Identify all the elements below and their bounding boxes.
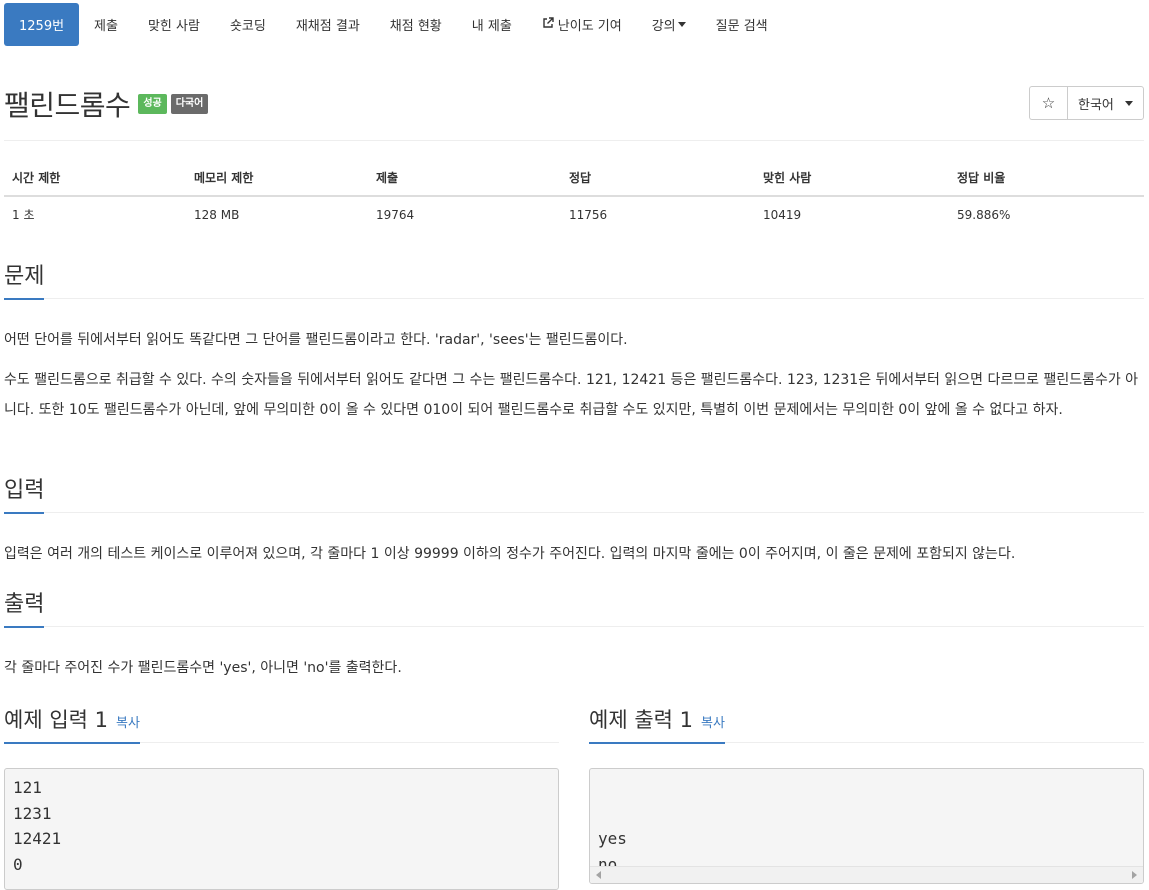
problem-section-header: 문제 bbox=[4, 258, 1144, 300]
language-select[interactable]: 한국어 bbox=[1067, 86, 1144, 120]
header-time-limit: 시간 제한 bbox=[4, 160, 186, 197]
tab-problem[interactable]: 1259번 bbox=[4, 3, 80, 46]
tab-difficulty-contribution[interactable]: 난이도 기여 bbox=[527, 3, 637, 46]
tab-label: 숏코딩 bbox=[229, 19, 266, 34]
language-select-value: 한국어 bbox=[1078, 97, 1114, 113]
copy-sample-input-button[interactable]: 복사 bbox=[116, 716, 140, 731]
problem-menu-tabs: 1259번 제출 맞힌 사람 숏코딩 재채점 결과 채점 현황 내 제출 난이도… bbox=[4, 3, 783, 46]
section-title-input: 입력 bbox=[4, 472, 45, 514]
accepted-value: 11756 bbox=[569, 207, 608, 222]
input-description: 입력은 여러 개의 테스트 케이스로 이루어져 있으며, 각 줄마다 1 이상 … bbox=[4, 546, 1016, 562]
tab-status[interactable]: 채점 현황 bbox=[375, 3, 457, 46]
header-ratio: 정답 비율 bbox=[949, 160, 1144, 197]
ratio-value: 59.886% bbox=[957, 207, 1011, 222]
caret-down-icon bbox=[1125, 100, 1133, 106]
section-title-output: 출력 bbox=[4, 586, 45, 628]
scroll-left-icon[interactable] bbox=[596, 871, 601, 879]
header-memory-limit: 메모리 제한 bbox=[186, 160, 368, 197]
tab-lectures-dropdown[interactable]: 강의 bbox=[637, 3, 701, 46]
table-header-row: 시간 제한 메모리 제한 제출 정답 맞힌 사람 정답 비율 bbox=[4, 160, 1144, 197]
divider bbox=[4, 140, 1144, 141]
horizontal-scrollbar[interactable] bbox=[590, 866, 1143, 883]
submissions-value: 19764 bbox=[376, 207, 415, 222]
section-title-problem: 문제 bbox=[4, 258, 45, 300]
tab-short-coding[interactable]: 숏코딩 bbox=[215, 3, 281, 46]
external-link-icon bbox=[542, 17, 554, 32]
sample-output-header: 예제 출력 1 복사 bbox=[589, 703, 1144, 744]
header-accepted: 정답 bbox=[561, 160, 755, 197]
output-description: 각 줄마다 주어진 수가 팰린드롬수면 'yes', 아니면 'no'를 출력한… bbox=[4, 660, 402, 676]
header-solvers: 맞힌 사람 bbox=[755, 160, 949, 197]
status-badge-multilang: 다국어 bbox=[170, 94, 209, 114]
tab-my-submissions[interactable]: 내 제출 bbox=[457, 3, 527, 46]
sample-output-title: 예제 출력 1 복사 bbox=[589, 704, 725, 744]
tab-label: 강의 bbox=[651, 19, 676, 34]
sample-input-box[interactable]: 121 1231 12421 0 bbox=[4, 768, 559, 890]
tab-rejudge[interactable]: 재채점 결과 bbox=[281, 3, 375, 46]
problem-description-p1: 어떤 단어를 뒤에서부터 읽어도 똑같다면 그 단어를 팰린드롬이라고 한다. … bbox=[4, 332, 628, 348]
header-submissions: 제출 bbox=[368, 160, 561, 197]
tab-label: 1259번 bbox=[19, 19, 65, 34]
solvers-value: 10419 bbox=[763, 207, 802, 222]
problem-info-table: 시간 제한 메모리 제한 제출 정답 맞힌 사람 정답 비율 1 초 128 M… bbox=[4, 160, 1144, 232]
scroll-right-icon[interactable] bbox=[1132, 871, 1137, 879]
tab-label: 질문 검색 bbox=[715, 19, 768, 34]
tab-label: 내 제출 bbox=[471, 19, 512, 34]
tab-submit[interactable]: 제출 bbox=[79, 3, 133, 46]
star-icon: ☆ bbox=[1041, 94, 1056, 112]
problem-title-row: 팰린드롬수 성공 다국어 bbox=[4, 84, 209, 124]
copy-sample-output-button[interactable]: 복사 bbox=[701, 716, 725, 731]
output-section-header: 출력 bbox=[4, 586, 1144, 628]
sample-output-title-text: 예제 출력 1 bbox=[589, 708, 693, 732]
sample-input-header: 예제 입력 1 복사 bbox=[4, 703, 559, 744]
sample-output-box[interactable]: yes no yes bbox=[589, 768, 1144, 884]
problem-controls: ☆ 한국어 bbox=[1029, 86, 1144, 120]
page-title: 팰린드롬수 bbox=[4, 89, 131, 122]
tab-question-search[interactable]: 질문 검색 bbox=[701, 3, 783, 46]
sample-input-title-text: 예제 입력 1 bbox=[4, 708, 108, 732]
caret-down-icon bbox=[677, 22, 686, 27]
tab-label: 채점 현황 bbox=[389, 19, 442, 34]
tab-label: 제출 bbox=[94, 19, 118, 34]
memory-limit-value: 128 MB bbox=[194, 207, 240, 222]
tab-solvers[interactable]: 맞힌 사람 bbox=[133, 3, 215, 46]
tab-label: 맞힌 사람 bbox=[147, 19, 200, 34]
table-row: 1 초 128 MB 19764 11756 10419 59.886% bbox=[4, 196, 1144, 232]
status-badge-success: 성공 bbox=[138, 94, 167, 114]
time-limit-value: 1 초 bbox=[12, 208, 35, 222]
favorite-star-button[interactable]: ☆ bbox=[1029, 86, 1067, 120]
input-section-header: 입력 bbox=[4, 472, 1144, 514]
sample-input-title: 예제 입력 1 복사 bbox=[4, 704, 140, 744]
tab-label: 난이도 기여 bbox=[557, 19, 622, 34]
tab-label: 재채점 결과 bbox=[295, 19, 360, 34]
problem-description-p2: 수도 팰린드롬으로 취급할 수 있다. 수의 숫자들을 뒤에서부터 읽어도 같다… bbox=[4, 372, 1139, 418]
